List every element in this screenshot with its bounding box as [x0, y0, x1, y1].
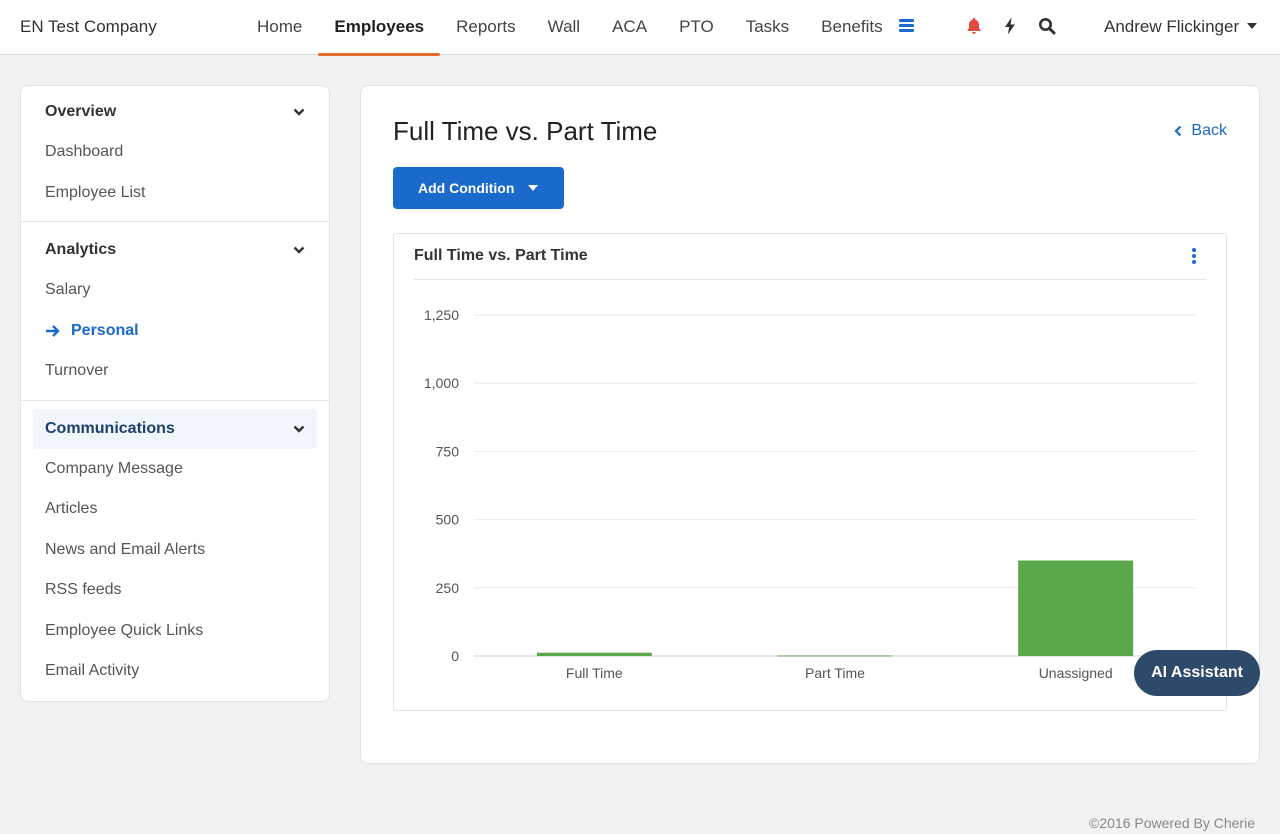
back-link[interactable]: Back	[1174, 122, 1227, 140]
bell-icon[interactable]	[964, 16, 984, 36]
y-tick-label: 750	[436, 443, 460, 459]
sidebar-item-rss-feeds[interactable]: RSS feeds	[21, 570, 329, 611]
sidebar-item-label: Salary	[45, 281, 91, 299]
back-label: Back	[1191, 122, 1227, 139]
y-tick-label: 1,000	[424, 375, 459, 391]
x-tick-label: Unassigned	[1039, 665, 1113, 681]
sidebar-item-turnover[interactable]: Turnover	[21, 351, 329, 392]
chevron-left-icon	[1174, 125, 1182, 137]
sidebar-item-label: Articles	[45, 500, 98, 518]
footer-text: ©2016 Powered By Cherie	[1089, 815, 1255, 831]
y-tick-label: 500	[436, 512, 460, 528]
nav-item-tasks[interactable]: Tasks	[730, 0, 805, 55]
caret-down-icon	[528, 185, 539, 191]
nav-item-aca[interactable]: ACA	[596, 0, 663, 55]
sidebar-item-label: Personal	[71, 321, 139, 339]
y-tick-label: 1,250	[424, 307, 459, 323]
sidebar-item-label: Employee Quick Links	[45, 621, 204, 639]
top-navbar: EN Test Company Home Employees Reports Wall…	[0, 0, 1280, 56]
add-condition-button[interactable]: Add Condition	[393, 167, 564, 209]
sidebar-section-communications: Communications Company Message Articles New…	[21, 408, 329, 700]
sidebar-item-label: Employee List	[45, 183, 146, 201]
sidebar-header-label: Overview	[45, 103, 117, 120]
bar-chart: 0 250 500 750 1,000 1,250 Full Time Part Time Un…	[424, 307, 1196, 681]
sidebar-item-dashboard[interactable]: Dashboard	[21, 132, 329, 173]
nav-item-pto[interactable]: PTO	[663, 0, 730, 55]
nav-item-reports[interactable]: Reports	[440, 0, 532, 55]
y-tick-label: 0	[451, 648, 459, 664]
main-panel: Full Time vs. Part Time Back Add Conditi…	[360, 85, 1260, 764]
sidebar-item-employee-quick-links[interactable]: Employee Quick Links	[21, 611, 329, 652]
bar-full-time[interactable]	[536, 652, 652, 656]
sidebar-section-analytics: Analytics Salary Personal Turnover	[21, 230, 329, 401]
sidebar-item-label: Email Activity	[45, 662, 140, 680]
sidebar-item-personal[interactable]: Personal	[21, 311, 329, 352]
x-tick-label: Full Time	[566, 665, 623, 681]
caret-down-icon	[1247, 22, 1258, 29]
sidebar-item-label: News and Email Alerts	[45, 540, 206, 558]
sidebar-header-label: Analytics	[45, 241, 117, 258]
nav-item-employees[interactable]: Employees	[318, 0, 440, 56]
bar-part-time[interactable]	[777, 655, 893, 657]
sidebar-item-company-message[interactable]: Company Message	[21, 449, 329, 490]
y-tick-label: 250	[436, 580, 460, 596]
menu-icon[interactable]	[899, 19, 914, 33]
chevron-down-icon	[293, 425, 305, 433]
sidebar-header-label: Communications	[45, 419, 175, 437]
sidebar-header-analytics[interactable]: Analytics	[33, 230, 317, 270]
chevron-down-icon	[293, 246, 305, 254]
sidebar-item-label: Turnover	[45, 362, 109, 380]
sidebar: Overview Dashboard Employee List Analytics S…	[20, 85, 330, 702]
sidebar-header-communications[interactable]: Communications	[33, 408, 317, 449]
page-title: Full Time vs. Part Time	[393, 116, 658, 146]
chevron-down-icon	[293, 108, 305, 116]
sidebar-item-label: Dashboard	[45, 143, 124, 161]
nav-item-benefits[interactable]: Benefits	[805, 0, 898, 55]
x-tick-label: Part Time	[805, 665, 865, 681]
search-icon[interactable]	[1037, 16, 1057, 36]
bolt-icon[interactable]	[1000, 16, 1020, 36]
sidebar-section-overview: Overview Dashboard Employee List	[21, 92, 329, 222]
arrow-right-icon	[46, 324, 60, 337]
company-name[interactable]: EN Test Company	[20, 17, 157, 37]
chart-card: Full Time vs. Part Time 0 250 500 750 1,000 1…	[393, 233, 1227, 711]
sidebar-item-news-and-email-alerts[interactable]: News and Email Alerts	[21, 530, 329, 571]
main-nav: Home Employees Reports Wall ACA PTO Tasks Benef…	[241, 0, 899, 56]
add-condition-label: Add Condition	[418, 180, 515, 196]
sidebar-item-label: RSS feeds	[45, 581, 122, 599]
user-menu[interactable]: Andrew Flickinger	[1104, 17, 1258, 37]
nav-item-wall[interactable]: Wall	[532, 0, 596, 55]
sidebar-item-salary[interactable]: Salary	[21, 270, 329, 311]
sidebar-item-employee-list[interactable]: Employee List	[21, 173, 329, 214]
ai-assistant-button[interactable]: AI Assistant	[1134, 650, 1260, 696]
sidebar-item-email-activity[interactable]: Email Activity	[21, 651, 329, 692]
sidebar-header-overview[interactable]: Overview	[33, 92, 317, 132]
sidebar-item-articles[interactable]: Articles	[21, 489, 329, 530]
bar-unassigned[interactable]	[1018, 560, 1134, 656]
nav-item-home[interactable]: Home	[241, 0, 318, 55]
user-name: Andrew Flickinger	[1104, 17, 1240, 36]
sidebar-item-label: Company Message	[45, 459, 183, 477]
